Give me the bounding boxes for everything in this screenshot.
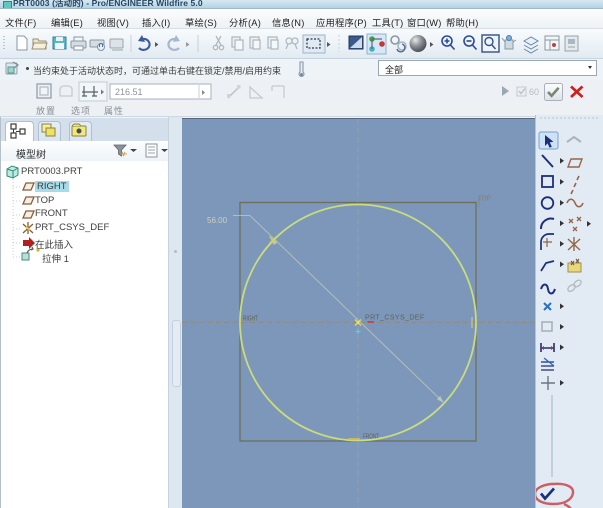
svg-text:RIGHT: RIGHT <box>243 314 258 323</box>
svg-text:PRT_CSYS_DEF: PRT_CSYS_DEF <box>365 315 425 322</box>
svg-text:216.51: 216.51 <box>115 87 143 97</box>
svg-text:56.00: 56.00 <box>207 216 228 225</box>
svg-text:FRONT: FRONT <box>363 432 379 441</box>
svg-text:TOP: TOP <box>478 194 491 203</box>
svg-text:60: 60 <box>529 87 539 97</box>
